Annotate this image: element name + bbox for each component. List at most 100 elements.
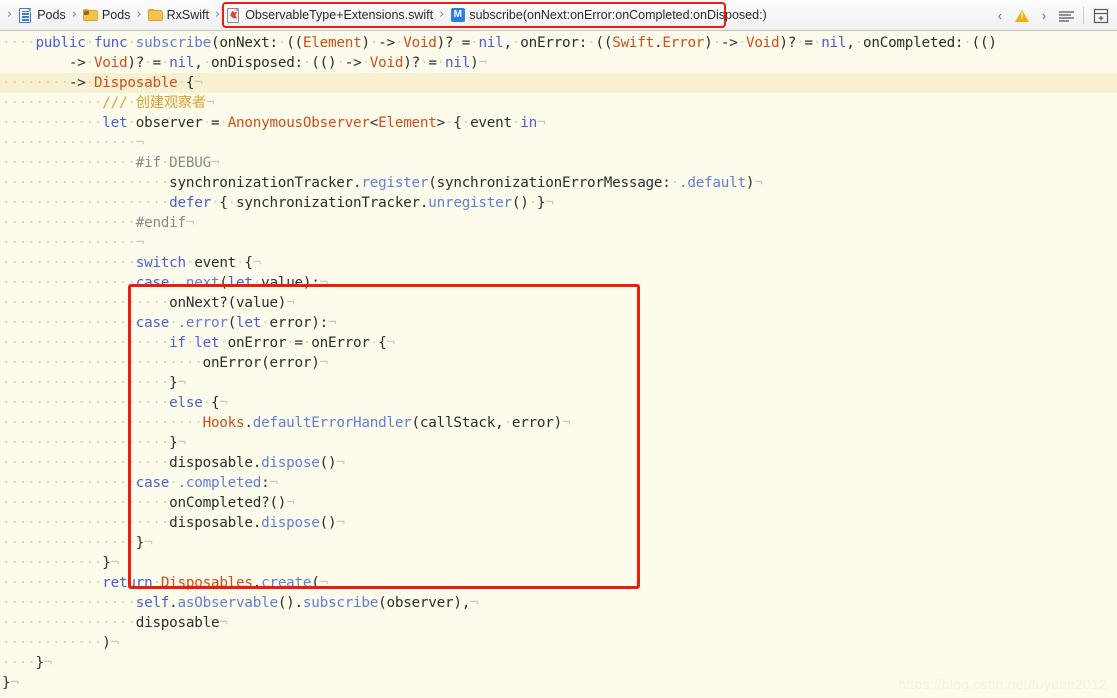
code-line[interactable]: ························Hooks.defaultErr… (0, 413, 1117, 433)
warning-badge-icon[interactable] (1012, 5, 1032, 27)
code-line[interactable]: ················disposable¬ (0, 613, 1117, 633)
code-line[interactable]: ················switch·event·{¬ (0, 253, 1117, 273)
code-token: · (219, 335, 228, 351)
code-line[interactable]: ->·Void)?·=·nil,·onDisposed:·(()·->·Void… (0, 53, 1117, 73)
code-token: #if (135, 155, 161, 171)
code-line[interactable]: ················case·.next(let·value):¬ (0, 273, 1117, 293)
code-token: /// (102, 95, 128, 111)
breadcrumb-item-swift-file[interactable]: ObservableType+Extensions.swift (223, 5, 436, 25)
code-token: · (227, 195, 237, 211)
code-token: onError (227, 335, 287, 351)
code-token: ): (302, 275, 320, 291)
code-token: ········ (2, 75, 69, 91)
code-line[interactable]: ····················}¬ (0, 433, 1117, 453)
code-line[interactable]: ················¬ (0, 233, 1117, 253)
code-token: (). (277, 595, 303, 611)
code-token: synchronizationTracker (169, 175, 354, 191)
code-line[interactable]: ····················onNext?(value)¬ (0, 293, 1117, 313)
code-token: Disposables (160, 575, 253, 591)
code-line[interactable]: ····················disposable.dispose()… (0, 453, 1117, 473)
code-token: · (219, 115, 228, 131)
code-line[interactable]: ····················defer·{·synchronizat… (0, 193, 1117, 213)
watermark-text: https://blog.csdn.net/tuyuan2012 (898, 676, 1107, 692)
code-token: Error (662, 35, 705, 51)
code-token: if (169, 335, 186, 351)
code-token: .default (679, 175, 746, 191)
breadcrumb-item-rxswift-folder[interactable]: RxSwift (145, 5, 212, 25)
code-token: ¬ (194, 75, 203, 91)
code-token: onCompleted: (863, 35, 964, 51)
code-token: ···················· (2, 175, 170, 191)
code-line[interactable]: ········->·Disposable·{¬ (0, 73, 1117, 93)
code-token: ¬ (286, 295, 295, 311)
code-token: Element (302, 35, 362, 51)
code-line[interactable]: ············)¬ (0, 633, 1117, 653)
code-token: ) (745, 175, 755, 191)
code-line[interactable]: ············return·Disposables.create(¬ (0, 573, 1117, 593)
code-line[interactable]: ····················synchronizationTrack… (0, 173, 1117, 193)
code-token: ············ (2, 575, 103, 591)
code-token: · (361, 55, 370, 71)
code-token: ¬ (478, 55, 487, 71)
code-line[interactable]: ················#if·DEBUG¬ (0, 153, 1117, 173)
code-token: { (378, 335, 387, 351)
code-token: > (436, 115, 446, 131)
code-line[interactable]: ························onError(error)¬ (0, 353, 1117, 373)
code-token: · (286, 335, 295, 351)
code-line[interactable]: ····················if·let·onError·=·onE… (0, 333, 1117, 353)
breadcrumb-label: Pods (101, 8, 131, 22)
code-token: in (520, 115, 537, 131)
code-line[interactable]: ················case·.error(let·error):¬ (0, 313, 1117, 333)
code-token: · (453, 35, 462, 51)
breadcrumb-item-pods-folder[interactable]: Pods (80, 5, 134, 25)
code-line[interactable]: ················#endif¬ (0, 213, 1117, 233)
code-line[interactable]: ············}¬ (0, 553, 1117, 573)
code-line[interactable]: ················case·.completed:¬ (0, 473, 1117, 493)
previous-issue-icon[interactable]: ‹ (990, 5, 1010, 27)
source-editor[interactable]: ····public·func·subscribe(onNext:·((Elem… (0, 31, 1117, 698)
code-token: event (194, 255, 237, 271)
code-line[interactable]: ················self.asObservable().subs… (0, 593, 1117, 613)
code-line[interactable]: ····················disposable.dispose()… (0, 513, 1117, 533)
code-token: dispose (261, 455, 320, 471)
code-token: · (503, 415, 512, 431)
code-token: · (854, 35, 864, 51)
code-token: · (169, 315, 178, 331)
code-line[interactable]: ····}¬ (0, 653, 1117, 673)
code-token: . (169, 595, 178, 611)
breadcrumb-separator: › (439, 7, 445, 22)
next-issue-icon[interactable]: › (1034, 5, 1054, 27)
code-line[interactable]: ····public·func·subscribe(onNext:·((Elem… (0, 33, 1117, 53)
code-token: · (587, 35, 596, 51)
code-line[interactable]: ············///·创建观察者¬ (0, 93, 1117, 113)
breadcrumb-item-pods-project[interactable]: Pods (15, 5, 69, 25)
code-line[interactable]: ····················onCompleted?()¬ (0, 493, 1117, 513)
code-content[interactable]: ····public·func·subscribe(onNext:·((Elem… (0, 31, 1117, 693)
code-line[interactable]: ················}¬ (0, 533, 1117, 553)
code-token: ················ (2, 155, 136, 171)
code-token: ¬ (177, 435, 187, 451)
add-editor-icon[interactable] (1091, 5, 1111, 27)
code-line[interactable]: ····················}¬ (0, 373, 1117, 393)
code-line[interactable]: ············let·observer·=·AnonymousObse… (0, 113, 1117, 133)
code-token: nil (445, 55, 471, 71)
breadcrumb-item-method[interactable]: M subscribe(onNext:onError:onCompleted:o… (447, 5, 769, 25)
breadcrumb-leading-chevron[interactable]: › (4, 7, 15, 23)
code-token: )? (436, 35, 454, 51)
code-token: )? (403, 55, 420, 71)
code-token: ············ (2, 555, 103, 571)
code-token: ¬ (754, 175, 763, 191)
code-line[interactable]: ····················else·{¬ (0, 393, 1117, 413)
code-token: ············ (2, 115, 103, 131)
code-token: ················ (2, 275, 136, 291)
swift-file-icon (226, 7, 241, 23)
code-token: · (202, 115, 212, 131)
jump-bar-right-controls: ‹ › (990, 0, 1111, 31)
minimap-icon[interactable] (1056, 5, 1076, 27)
xcode-project-icon (18, 7, 33, 23)
code-token: public (35, 35, 86, 51)
code-token: ¬ (252, 255, 262, 271)
code-line[interactable]: ················¬ (0, 133, 1117, 153)
code-token: nil (169, 55, 195, 71)
code-token: ¬ (536, 115, 546, 131)
